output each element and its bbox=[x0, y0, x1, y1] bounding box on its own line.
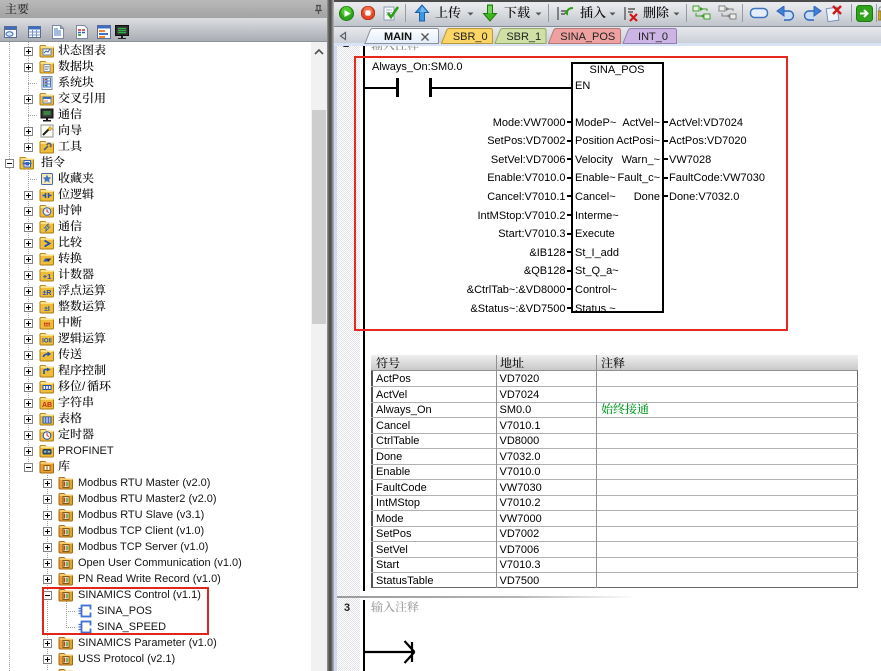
svg-text:SBR_0: SBR_0 bbox=[453, 31, 488, 43]
svg-text:SBR_1: SBR_1 bbox=[506, 31, 541, 43]
svg-text:INT_0: INT_0 bbox=[638, 31, 668, 43]
svg-text:SINA_POS: SINA_POS bbox=[560, 31, 615, 43]
svg-text:MAIN: MAIN bbox=[384, 31, 412, 43]
